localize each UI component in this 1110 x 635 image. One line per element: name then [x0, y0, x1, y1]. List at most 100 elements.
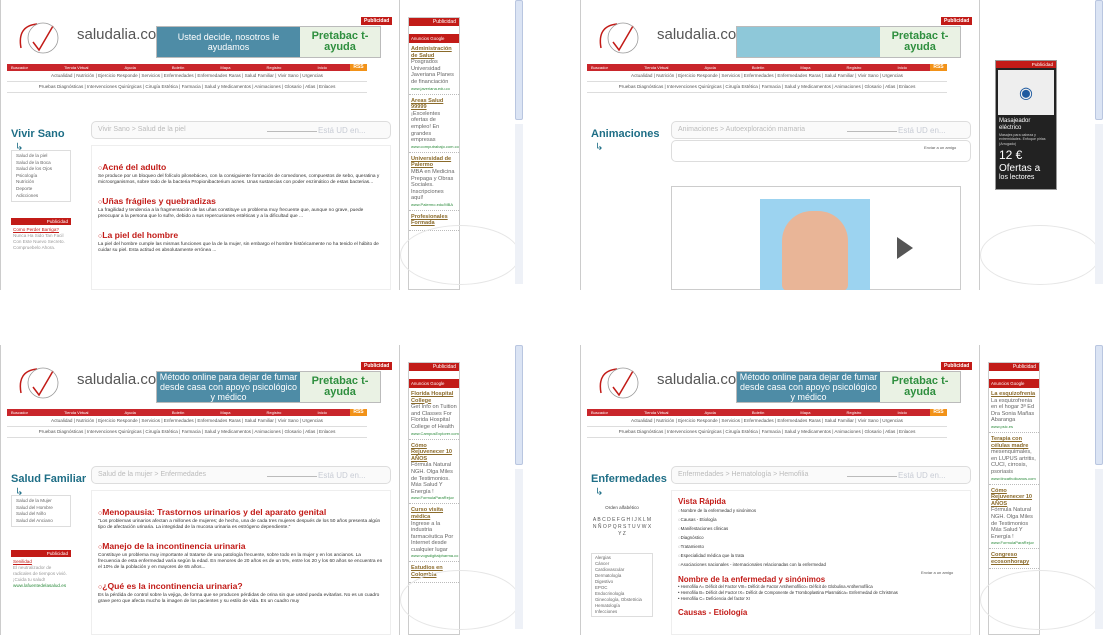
- nav-mapa[interactable]: Mapa: [220, 410, 230, 415]
- sidebar-item[interactable]: Salud de la Mujer: [16, 498, 66, 505]
- quick-link[interactable]: Diagnóstico: [678, 533, 964, 542]
- brand-name[interactable]: saludalia.com: [657, 26, 749, 43]
- nav-inicio[interactable]: Inicio: [318, 410, 327, 415]
- article-title[interactable]: Manejo de la incontinencia urinaria: [98, 541, 384, 551]
- article-title[interactable]: Acné del adulto: [98, 162, 384, 172]
- enviar-amigo-link[interactable]: Enviar a un amigo: [921, 570, 953, 575]
- quick-link[interactable]: Especialidad médica que la trata: [678, 551, 964, 560]
- product-ad[interactable]: Publicidad ◉ Masajeador eléctrico Masaje…: [995, 60, 1057, 190]
- anuncios-google-label[interactable]: Anuncios Google: [409, 379, 459, 388]
- alphabet-index[interactable]: A B C D E F G H I J K L M N Ñ O P Q R S …: [591, 517, 653, 538]
- sidebar-item[interactable]: Salud de la Boca: [16, 160, 66, 167]
- saludalia-logo[interactable]: [13, 365, 73, 401]
- nav-buscador[interactable]: Buscador: [591, 410, 608, 415]
- brand-name[interactable]: saludalia.com: [77, 371, 169, 388]
- nav-inicio[interactable]: Inicio: [318, 65, 327, 70]
- quick-link[interactable]: Asociaciones nacionales - internacionale…: [678, 560, 964, 569]
- article-title[interactable]: ¿Qué es la incontinencia urinaria?: [98, 581, 384, 591]
- scrollbar-track[interactable]: [515, 469, 523, 629]
- ad-banner[interactable]: Pretabac t-ayuda: [736, 26, 961, 58]
- breadcrumb-text[interactable]: Enfermedades > Hematología > Hemofilia: [678, 471, 808, 478]
- ad-item[interactable]: Universidad de Palermo MBA en Medicina Pr…: [409, 153, 459, 211]
- nav-inicio[interactable]: Inicio: [898, 65, 907, 70]
- scrollbar-thumb[interactable]: [1095, 345, 1103, 465]
- nav-boletin[interactable]: Boletín: [752, 65, 764, 70]
- scrollbar-thumb[interactable]: [515, 0, 523, 120]
- main-nav-row-2[interactable]: Pruebas Diagnósticas | Intervenciones Qu…: [587, 429, 947, 438]
- saludalia-logo[interactable]: [13, 20, 73, 56]
- sidebar-item[interactable]: Salud del Hombre: [16, 505, 66, 512]
- anuncios-google-label[interactable]: Anuncios Google: [409, 34, 459, 43]
- article-title[interactable]: La piel del hombre: [98, 230, 384, 240]
- rss-button[interactable]: RSS: [350, 64, 367, 71]
- nav-registro[interactable]: Registro: [267, 410, 282, 415]
- breadcrumb-text[interactable]: Salud de la mujer > Enfermedades: [98, 471, 206, 478]
- category-item[interactable]: Infecciones: [595, 609, 649, 615]
- nav-mapa[interactable]: Mapa: [220, 65, 230, 70]
- play-icon[interactable]: [897, 237, 913, 259]
- nav-ayuda[interactable]: Ayuda: [705, 65, 716, 70]
- main-nav-row-1[interactable]: Actualidad | Nutrición | Ejercicio Respo…: [587, 418, 947, 427]
- nav-buscador[interactable]: Buscador: [11, 65, 28, 70]
- nav-ayuda[interactable]: Ayuda: [125, 65, 136, 70]
- nav-tienda[interactable]: Tienda Virtual: [64, 410, 88, 415]
- ad-item[interactable]: Florida Hospital College Get Info on Tuit…: [409, 388, 459, 440]
- nav-ayuda[interactable]: Ayuda: [125, 410, 136, 415]
- ad-url[interactable]: www.lafuentedelasalud.es: [13, 583, 66, 588]
- article-title[interactable]: Menopausia: Trastornos urinarios y del a…: [98, 507, 384, 517]
- main-nav-row-2[interactable]: Pruebas Diagnósticas | Intervenciones Qu…: [587, 84, 947, 93]
- nav-mapa[interactable]: Mapa: [800, 410, 810, 415]
- nav-tienda[interactable]: Tienda Virtual: [644, 410, 668, 415]
- anuncios-google-label[interactable]: Anuncios Google: [989, 379, 1039, 388]
- nav-mapa[interactable]: Mapa: [800, 65, 810, 70]
- ad-banner[interactable]: Usted decide, nosotros le ayudamos Pretab…: [156, 26, 381, 58]
- breadcrumb-text[interactable]: Animaciones > Autoexploración mamaria: [678, 126, 805, 133]
- ad-title[interactable]: Senilidad: [13, 559, 32, 564]
- scrollbar-track[interactable]: [1095, 469, 1103, 629]
- nav-boletin[interactable]: Boletín: [752, 410, 764, 415]
- nav-buscador[interactable]: Buscador: [11, 410, 28, 415]
- saludalia-logo[interactable]: [593, 20, 653, 56]
- ad-item[interactable]: Administración de Salud Posgrados Univers…: [409, 43, 459, 95]
- quick-link[interactable]: Tratamiento: [678, 542, 964, 551]
- quick-link[interactable]: Nombre de la enfermedad y sinónimos: [678, 506, 964, 515]
- nav-registro[interactable]: Registro: [847, 410, 862, 415]
- nav-ayuda[interactable]: Ayuda: [705, 410, 716, 415]
- rss-button[interactable]: RSS: [930, 64, 947, 71]
- sidebar-item[interactable]: Salud del Niño: [16, 511, 66, 518]
- sidebar-ad[interactable]: Publicidad Senilidad El neutralizador de r…: [11, 550, 71, 591]
- main-nav-row-2[interactable]: Pruebas Diagnósticas | Intervenciones Qu…: [7, 84, 367, 93]
- article-title[interactable]: Uñas frágiles y quebradizas: [98, 196, 384, 206]
- ad-item[interactable]: Cómo Rejuvenecer 10 AÑOS Fórmula Natural …: [409, 440, 459, 505]
- sidebar-item[interactable]: Adicciones: [16, 193, 66, 200]
- nav-tienda[interactable]: Tienda Virtual: [644, 65, 668, 70]
- nav-registro[interactable]: Registro: [847, 65, 862, 70]
- rss-button[interactable]: RSS: [350, 409, 367, 416]
- ad-item[interactable]: Areas Salud 99999 ¡Excelentes ofertas de …: [409, 95, 459, 153]
- rss-button[interactable]: RSS: [930, 409, 947, 416]
- sidebar-item[interactable]: Nutrición: [16, 179, 66, 186]
- sidebar-item[interactable]: Salud de la piel: [16, 153, 66, 160]
- nav-boletin[interactable]: Boletín: [172, 410, 184, 415]
- ad-item[interactable]: Cómo Rejuvenecer 10 AÑOS Fórmula Natural …: [989, 485, 1039, 550]
- ad-banner[interactable]: Método online para dejar de fumar desde …: [156, 371, 381, 403]
- ad-item[interactable]: Congreso ecosonhorapy: [989, 549, 1039, 570]
- scrollbar-track[interactable]: [515, 124, 523, 284]
- nav-boletin[interactable]: Boletín: [172, 65, 184, 70]
- animation-player[interactable]: [671, 186, 961, 290]
- scrollbar-track[interactable]: [1095, 124, 1103, 284]
- enviar-amigo-link[interactable]: Enviar a un amigo: [924, 145, 956, 150]
- main-nav-row-2[interactable]: Pruebas Diagnósticas | Intervenciones Qu…: [7, 429, 367, 438]
- nav-buscador[interactable]: Buscador: [591, 65, 608, 70]
- main-nav-row-1[interactable]: Actualidad | Nutrición | Ejercicio Respo…: [7, 418, 367, 427]
- main-nav-row-1[interactable]: Actualidad | Nutrición | Ejercicio Respo…: [587, 73, 947, 82]
- ad-title[interactable]: Como Perder Barriga?: [13, 227, 59, 232]
- ad-item[interactable]: Terapia con células madre mesenquimales, …: [989, 433, 1039, 485]
- sidebar-item[interactable]: Psicología: [16, 173, 66, 180]
- saludalia-logo[interactable]: [593, 365, 653, 401]
- scrollbar-thumb[interactable]: [1095, 0, 1103, 120]
- sidebar-item[interactable]: Deporte: [16, 186, 66, 193]
- nav-inicio[interactable]: Inicio: [898, 410, 907, 415]
- nav-tienda[interactable]: Tienda Virtual: [64, 65, 88, 70]
- ad-item[interactable]: La esquizofrenia La esquizofrenia en el h…: [989, 388, 1039, 433]
